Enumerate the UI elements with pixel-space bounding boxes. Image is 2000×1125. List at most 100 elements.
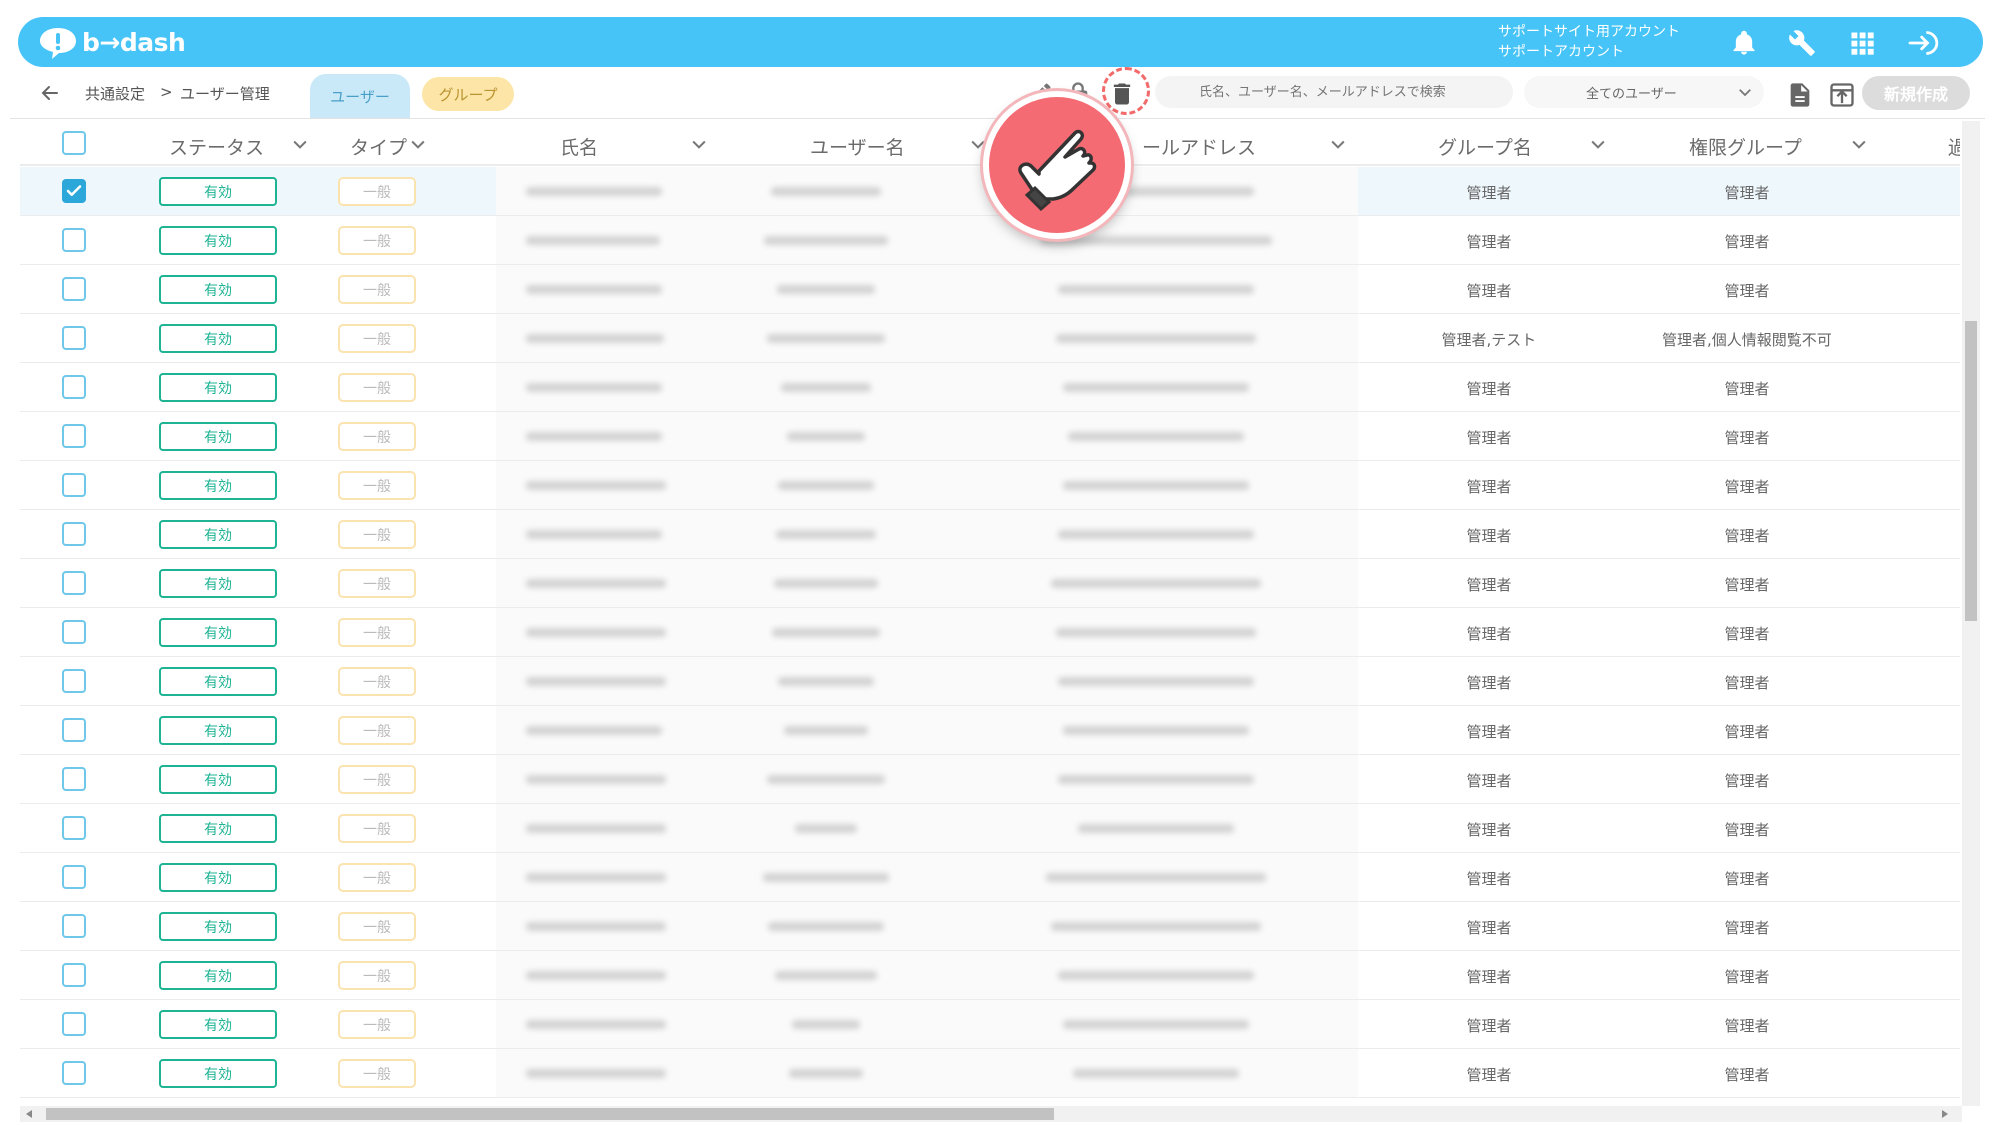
masked-full-name: [526, 824, 666, 833]
search-input[interactable]: [1155, 76, 1513, 108]
masked-full-name: [526, 579, 666, 588]
group-cell: 管理者: [1466, 184, 1512, 202]
row-checkbox[interactable]: [62, 816, 86, 840]
tab-user[interactable]: ユーザー: [310, 74, 410, 118]
table-row[interactable]: 有効 一般 管理者 管理者: [20, 461, 1960, 510]
table-row[interactable]: 有効 一般 管理者 管理者: [20, 951, 1960, 1000]
select-all-checkbox[interactable]: [62, 131, 86, 155]
breadcrumb-parent[interactable]: 共通設定: [85, 83, 145, 104]
new-button[interactable]: 新規作成: [1862, 76, 1970, 110]
table-row[interactable]: 有効 一般 管理者 管理者: [20, 706, 1960, 755]
row-checkbox[interactable]: [62, 473, 86, 497]
account-org: サポートサイト用アカウント: [1498, 24, 1680, 40]
horizontal-scrollbar[interactable]: [20, 1106, 1962, 1122]
group-cell: 管理者,テスト: [1441, 331, 1537, 349]
table-row[interactable]: 有効 一般 管理者 管理者: [20, 1000, 1960, 1049]
row-checkbox[interactable]: [62, 767, 86, 791]
chevron-down-icon[interactable]: [1588, 134, 1608, 154]
masked-personal-info: [496, 363, 1358, 411]
masked-personal-info: [496, 461, 1358, 509]
row-checkbox[interactable]: [62, 277, 86, 301]
col-username[interactable]: ユーザー名: [810, 133, 905, 160]
table-row[interactable]: 有効 一般 管理者 管理者: [20, 755, 1960, 804]
status-badge: 有効: [159, 324, 277, 353]
row-checkbox[interactable]: [62, 571, 86, 595]
row-checkbox[interactable]: [62, 865, 86, 889]
masked-full-name: [526, 873, 666, 882]
status-badge: 有効: [159, 618, 277, 647]
account-info[interactable]: サポートサイト用アカウント サポートアカウント: [1498, 22, 1680, 62]
tab-group[interactable]: グループ: [422, 77, 514, 111]
table-row[interactable]: 有効 一般 管理者,テスト 管理者,個人情報閲覧不可: [20, 314, 1960, 363]
col-full-name[interactable]: 氏名: [560, 133, 598, 160]
masked-full-name: [526, 285, 662, 294]
table-row[interactable]: 有効 一般 管理者 管理者: [20, 559, 1960, 608]
col-group[interactable]: グループ名: [1438, 133, 1532, 160]
row-checkbox[interactable]: [62, 963, 86, 987]
back-arrow-icon[interactable]: [38, 81, 62, 105]
masked-full-name: [526, 383, 662, 392]
chevron-down-icon[interactable]: [689, 134, 709, 154]
table-row[interactable]: 有効 一般 管理者 管理者: [20, 363, 1960, 412]
document-icon[interactable]: [1786, 81, 1814, 109]
row-checkbox[interactable]: [62, 1061, 86, 1085]
chevron-down-icon[interactable]: [290, 134, 310, 154]
type-badge: 一般: [338, 177, 416, 206]
table-row[interactable]: 有効 一般 管理者 管理者: [20, 510, 1960, 559]
row-checkbox[interactable]: [62, 179, 86, 203]
row-checkbox[interactable]: [62, 375, 86, 399]
type-badge: 一般: [338, 275, 416, 304]
row-checkbox[interactable]: [62, 718, 86, 742]
permission-cell: 管理者: [1724, 184, 1770, 202]
scroll-left-arrow-icon[interactable]: [26, 1110, 32, 1118]
chevron-down-icon[interactable]: [1849, 134, 1869, 154]
table-row[interactable]: 有効 一般 管理者 管理者: [20, 216, 1960, 265]
table-row[interactable]: 有効 一般 管理者 管理者: [20, 1049, 1960, 1098]
group-cell: 管理者: [1466, 1017, 1512, 1035]
col-permission[interactable]: 権限グループ: [1689, 133, 1802, 160]
logo[interactable]: b→dash: [38, 25, 186, 59]
masked-username: [784, 726, 868, 735]
col-email[interactable]: ールアドレス: [1142, 133, 1256, 160]
table-row[interactable]: 有効 一般 管理者 管理者: [20, 412, 1960, 461]
user-filter-select[interactable]: 全てのユーザー: [1524, 76, 1764, 108]
col-extra[interactable]: 過: [1948, 133, 1960, 160]
row-checkbox[interactable]: [62, 228, 86, 252]
apps-grid-icon[interactable]: [1848, 29, 1876, 57]
masked-username: [792, 1020, 860, 1029]
table-row[interactable]: 有効 一般 管理者 管理者: [20, 902, 1960, 951]
col-type[interactable]: タイプ: [350, 133, 407, 160]
table-row[interactable]: 有効 一般 管理者 管理者: [20, 657, 1960, 706]
row-checkbox[interactable]: [62, 914, 86, 938]
table-row[interactable]: 有効 一般 管理者 管理者: [20, 804, 1960, 853]
wrench-icon[interactable]: [1788, 29, 1816, 57]
table-row[interactable]: 有効 一般 管理者 管理者: [20, 853, 1960, 902]
table-row[interactable]: 有効 一般 管理者 管理者: [20, 608, 1960, 657]
status-badge: 有効: [159, 1059, 277, 1088]
masked-personal-info: [496, 314, 1358, 362]
bell-icon[interactable]: [1730, 29, 1758, 57]
type-badge: 一般: [338, 1010, 416, 1039]
row-checkbox[interactable]: [62, 669, 86, 693]
masked-email: [1058, 677, 1254, 686]
upload-icon[interactable]: [1828, 81, 1856, 109]
masked-email: [1056, 334, 1256, 343]
masked-full-name: [526, 628, 666, 637]
chevron-down-icon[interactable]: [1328, 134, 1348, 154]
col-status[interactable]: ステータス: [169, 133, 264, 160]
row-checkbox[interactable]: [62, 620, 86, 644]
vertical-scrollbar[interactable]: [1962, 121, 1980, 1106]
group-cell: 管理者: [1466, 968, 1512, 986]
chevron-down-icon[interactable]: [408, 134, 428, 154]
vertical-scroll-thumb[interactable]: [1965, 321, 1977, 621]
status-badge: 有効: [159, 912, 277, 941]
row-checkbox[interactable]: [62, 326, 86, 350]
row-checkbox[interactable]: [62, 522, 86, 546]
table-row[interactable]: 有効 一般 管理者 管理者: [20, 265, 1960, 314]
logout-icon[interactable]: [1906, 29, 1942, 57]
permission-cell: 管理者: [1724, 821, 1770, 839]
row-checkbox[interactable]: [62, 424, 86, 448]
scroll-right-arrow-icon[interactable]: [1942, 1110, 1948, 1118]
row-checkbox[interactable]: [62, 1012, 86, 1036]
horizontal-scroll-thumb[interactable]: [46, 1108, 1054, 1120]
